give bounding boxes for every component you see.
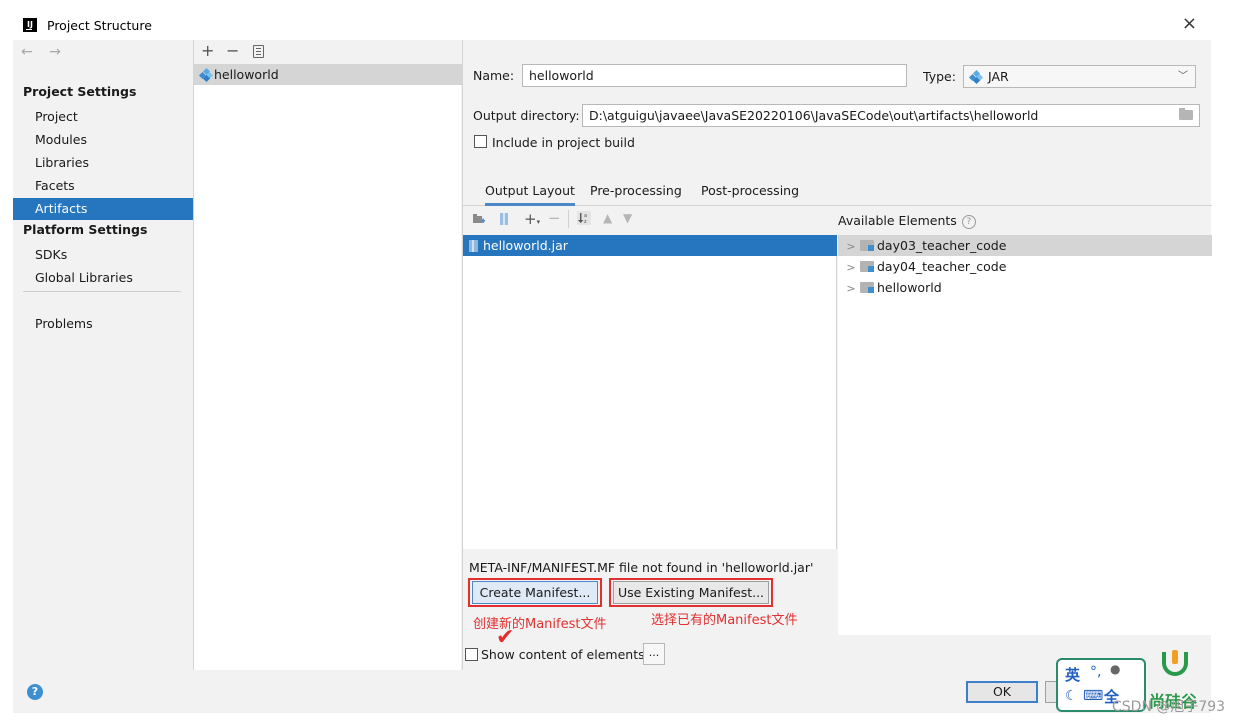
annotation-existing-text: 选择已有的Manifest文件 xyxy=(651,613,798,628)
remove-element-icon[interactable]: − xyxy=(548,209,561,227)
type-select-value: JAR xyxy=(987,69,1009,84)
output-directory-value: D:\atguigu\javaee\JavaSE20220106\JavaSEC… xyxy=(589,108,1039,123)
tab-output-layout[interactable]: Output Layout xyxy=(485,182,575,206)
sidebar-item-modules[interactable]: Modules xyxy=(13,129,193,151)
artifact-detail-panel: Name: helloworld Type: JAR ﹀ Output dire… xyxy=(462,40,1212,670)
ime-punctuation-toggle[interactable]: °, xyxy=(1090,664,1101,680)
artifact-list-panel: + − helloworld xyxy=(193,40,462,670)
artifact-list-toolbar: + − xyxy=(194,40,462,64)
tree-item-jar[interactable]: helloworld.jar xyxy=(463,235,837,256)
help-icon[interactable]: ? xyxy=(961,215,976,229)
copy-icon[interactable] xyxy=(253,45,264,58)
tree-item-jar-label: helloworld.jar xyxy=(483,238,568,253)
show-content-checkbox[interactable] xyxy=(465,648,478,661)
dialog-footer: ? OK xyxy=(13,670,1211,713)
create-manifest-button[interactable]: Create Manifest... xyxy=(472,581,598,604)
jar-file-icon xyxy=(469,240,478,252)
tab-pre-processing[interactable]: Pre-processing xyxy=(590,182,682,206)
close-button[interactable]: × xyxy=(1182,14,1197,34)
jar-type-icon xyxy=(968,69,984,85)
artifact-tabs: Output Layout Pre-processing Post-proces… xyxy=(463,180,1212,206)
csdn-watermark: CSDN @旭子793 xyxy=(1112,699,1226,715)
back-forward-arrows[interactable]: ← → xyxy=(21,44,67,60)
sidebar-item-project[interactable]: Project xyxy=(13,106,193,128)
ime-user-icon[interactable]: ● xyxy=(1110,662,1120,676)
sidebar-item-artifacts[interactable]: Artifacts xyxy=(13,198,193,220)
remove-artifact-button[interactable]: − xyxy=(226,42,239,60)
help-button[interactable]: ? xyxy=(27,684,43,700)
available-item-label: helloworld xyxy=(877,280,942,295)
window-title: Project Structure xyxy=(47,18,152,33)
output-directory-label: Output directory: xyxy=(473,108,580,123)
ok-button[interactable]: OK xyxy=(966,681,1038,703)
move-down-icon[interactable]: ▼ xyxy=(623,211,632,225)
use-existing-manifest-button[interactable]: Use Existing Manifest... xyxy=(613,581,769,604)
chevron-right-icon[interactable]: > xyxy=(842,257,860,278)
project-structure-dialog: IJ Project Structure × ← → Project Setti… xyxy=(13,10,1212,713)
name-field[interactable]: helloworld xyxy=(522,64,907,87)
sidebar-divider xyxy=(23,291,181,292)
manifest-warning-text: META-INF/MANIFEST.MF file not found in '… xyxy=(469,560,814,575)
add-artifact-button[interactable]: + xyxy=(201,42,214,60)
sidebar-item-libraries[interactable]: Libraries xyxy=(13,152,193,174)
available-item[interactable]: > helloworld xyxy=(838,277,1212,298)
name-label: Name: xyxy=(473,68,515,83)
available-elements-header: Available Elements? xyxy=(838,206,976,235)
new-directory-icon[interactable] xyxy=(473,213,485,225)
jar-artifact-icon xyxy=(198,67,214,83)
folder-icon[interactable] xyxy=(1179,108,1193,120)
include-in-build-checkbox[interactable] xyxy=(474,135,487,148)
type-select[interactable]: JAR ﹀ xyxy=(963,65,1196,88)
ime-keyboard-icon[interactable]: ⌨ xyxy=(1083,688,1103,704)
ime-moon-icon[interactable]: ☾ xyxy=(1065,688,1078,704)
platform-settings-header: Platform Settings xyxy=(23,222,148,237)
title-bar: IJ Project Structure × xyxy=(13,10,1211,40)
include-in-build-label: Include in project build xyxy=(492,135,635,150)
output-layout-toolbar: +▾ − az ▲ ▼ xyxy=(463,206,837,235)
archive-icon[interactable] xyxy=(499,213,511,225)
add-copy-of-icon[interactable]: +▾ xyxy=(524,210,540,228)
sidebar-item-problems[interactable]: Problems xyxy=(13,313,193,335)
type-label: Type: xyxy=(923,69,956,84)
ime-language-toggle[interactable]: 英 xyxy=(1065,664,1080,685)
move-up-icon[interactable]: ▲ xyxy=(603,211,612,225)
output-layout-tree: helloworld.jar xyxy=(463,235,837,549)
intellij-logo-icon: IJ xyxy=(23,18,37,32)
show-content-label: Show content of elements xyxy=(481,647,645,662)
chevron-down-icon: ﹀ xyxy=(1178,71,1188,82)
sidebar-item-facets[interactable]: Facets xyxy=(13,175,193,197)
output-directory-field[interactable]: D:\atguigu\javaee\JavaSE20220106\JavaSEC… xyxy=(582,104,1200,127)
artifact-list-item-label: helloworld xyxy=(214,67,279,82)
chevron-right-icon[interactable]: > xyxy=(842,236,860,257)
available-item[interactable]: > day04_teacher_code xyxy=(838,256,1212,277)
available-item-label: day03_teacher_code xyxy=(877,238,1007,253)
available-elements-tree: > day03_teacher_code > day04_teacher_code … xyxy=(838,235,1212,635)
chevron-right-icon[interactable]: > xyxy=(842,278,860,299)
svg-text:z: z xyxy=(584,219,587,225)
module-folder-icon xyxy=(860,240,874,251)
project-settings-header: Project Settings xyxy=(23,84,137,99)
sort-icon[interactable]: az xyxy=(577,211,591,225)
sidebar-item-global-libraries[interactable]: Global Libraries xyxy=(13,267,193,289)
module-folder-icon xyxy=(860,261,874,272)
settings-sidebar: ← → Project Settings Project Modules Lib… xyxy=(13,40,193,670)
artifact-list-item[interactable]: helloworld xyxy=(194,64,462,85)
available-item-label: day04_teacher_code xyxy=(877,259,1007,274)
show-content-options-button[interactable]: ... xyxy=(643,643,665,665)
sidebar-item-sdks[interactable]: SDKs xyxy=(13,244,193,266)
module-folder-icon xyxy=(860,282,874,293)
toolbar-separator xyxy=(568,210,569,228)
annotation-create-text: 创建新的Manifest文件 xyxy=(473,617,607,632)
available-item[interactable]: > day03_teacher_code xyxy=(838,235,1212,256)
tab-post-processing[interactable]: Post-processing xyxy=(701,182,799,206)
available-elements-label: Available Elements xyxy=(838,213,957,228)
